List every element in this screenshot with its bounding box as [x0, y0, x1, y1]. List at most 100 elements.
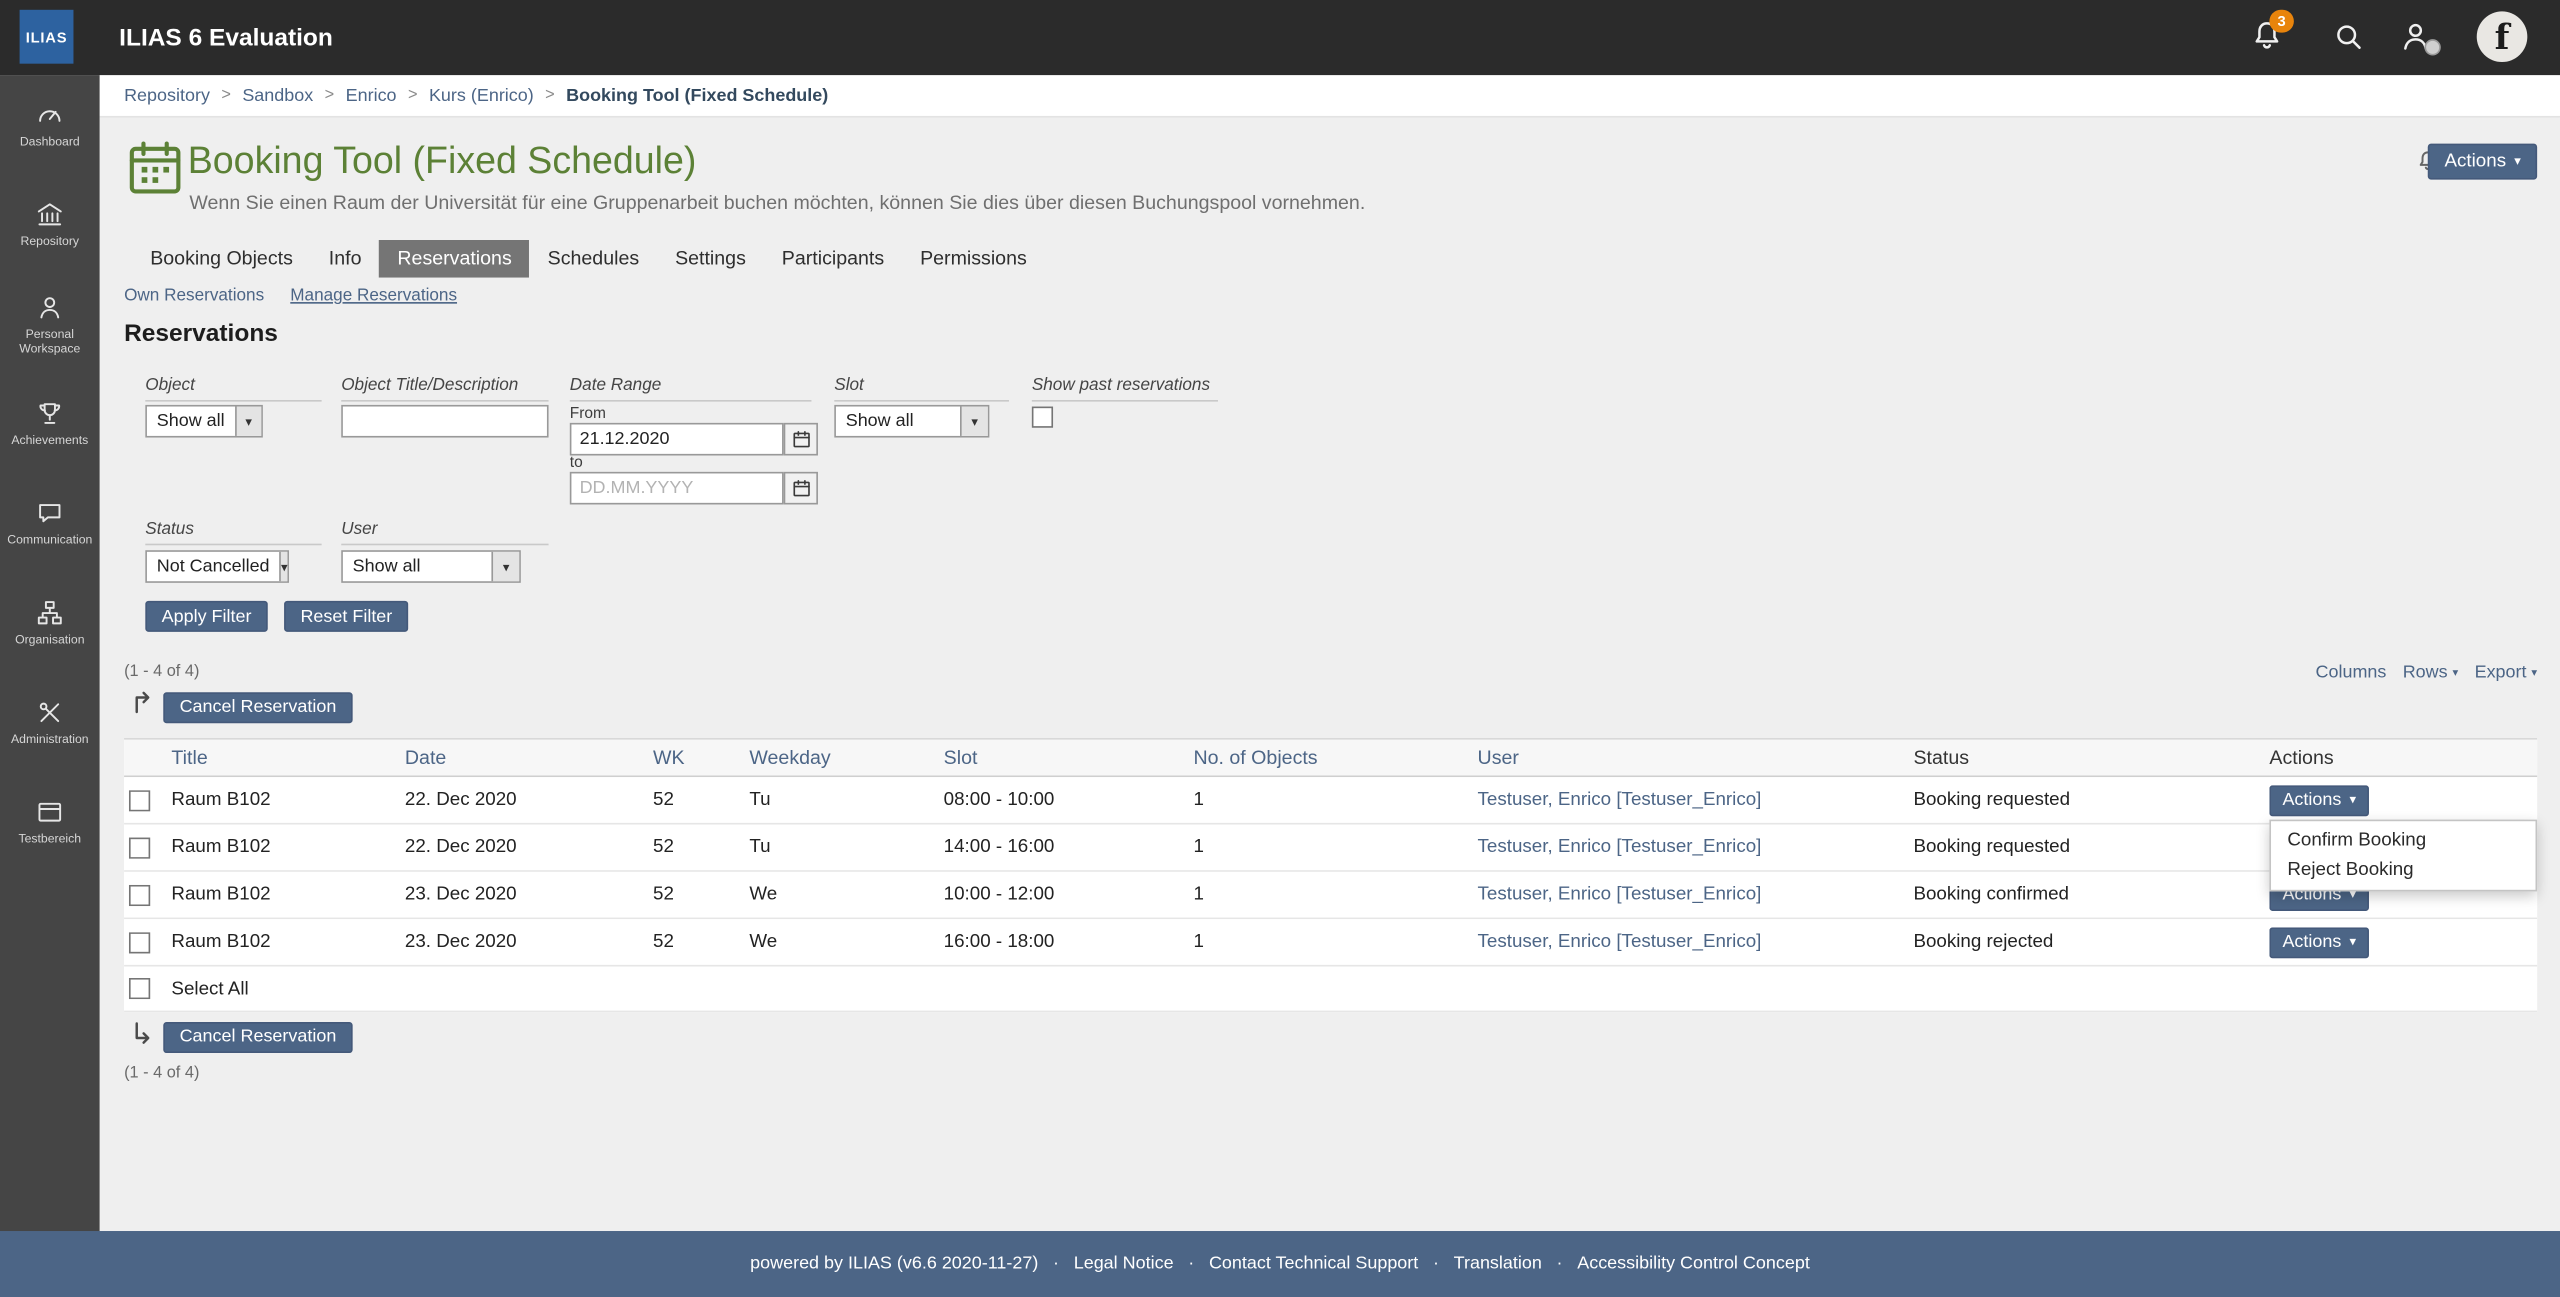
footer-link-translation[interactable]: Translation: [1454, 1254, 1542, 1274]
column-header-date[interactable]: Date: [405, 746, 653, 769]
cell-date: 22. Dec 2020: [404, 790, 517, 810]
subtab-own-reservations[interactable]: Own Reservations: [124, 286, 264, 306]
tools-icon: [34, 697, 65, 728]
object-title-input[interactable]: [341, 404, 549, 438]
search-button[interactable]: [2330, 18, 2369, 57]
column-header-slot[interactable]: Slot: [944, 746, 1194, 769]
ilias-logo[interactable]: ILIAS: [19, 9, 74, 64]
tab-schedules[interactable]: Schedules: [530, 240, 657, 278]
sidebar-item-administration[interactable]: Administration: [0, 673, 100, 773]
tab-booking-objects[interactable]: Booking Objects: [132, 240, 311, 278]
top-bar: ILIAS ILIAS 6 Evaluation 3 f: [0, 0, 2560, 76]
footer-separator: [1433, 1254, 1439, 1274]
cancel-reservation-button-top[interactable]: Cancel Reservation: [163, 691, 353, 723]
cell-date: 23. Dec 2020: [404, 884, 517, 905]
row-checkbox[interactable]: [128, 884, 151, 906]
sidebar-item-testbereich[interactable]: Testbereich: [0, 772, 100, 872]
date-to-input[interactable]: [569, 471, 784, 505]
sidebar-item-communication[interactable]: Communication: [0, 473, 100, 573]
sidebar-item-dashboard[interactable]: Dashboard: [0, 75, 100, 175]
breadcrumb-item-repository[interactable]: Repository: [124, 86, 210, 106]
filter-label-date-range: Date Range: [569, 376, 812, 402]
cell-wk: 52: [653, 932, 674, 952]
powered-by-text: powered by ILIAS (v6.6 2020-11-27): [750, 1254, 1039, 1274]
select-arrow-icon: [234, 406, 262, 436]
breadcrumb-item-sandbox[interactable]: Sandbox: [242, 86, 313, 106]
user-link[interactable]: Testuser, Enrico [Testuser_Enrico]: [1478, 838, 1762, 858]
notifications-button[interactable]: 3: [2248, 9, 2294, 57]
cell-status: Booking requested: [1913, 837, 2071, 858]
cancel-reservation-button-bottom[interactable]: Cancel Reservation: [163, 1021, 353, 1053]
user-link[interactable]: Testuser, Enrico [Testuser_Enrico]: [1478, 885, 1762, 905]
user-select[interactable]: Show all: [341, 550, 521, 583]
user-link[interactable]: Testuser, Enrico [Testuser_Enrico]: [1478, 790, 1762, 810]
subtab-manage-reservations[interactable]: Manage Reservations: [290, 286, 457, 306]
export-dropdown[interactable]: Export: [2475, 663, 2538, 683]
breadcrumb: Repository Sandbox Enrico Kurs (Enrico) …: [99, 75, 2560, 118]
sidebar-item-repository[interactable]: Repository: [0, 175, 100, 275]
column-header-user[interactable]: User: [1478, 746, 1914, 769]
row-actions-button[interactable]: Actions: [2269, 784, 2370, 816]
column-header-title[interactable]: Title: [171, 746, 404, 769]
cell-objects: 1: [1193, 884, 1204, 905]
object-select[interactable]: Show all: [145, 404, 263, 438]
breadcrumb-item-enrico[interactable]: Enrico: [346, 86, 397, 106]
rows-dropdown[interactable]: Rows: [2403, 663, 2459, 683]
tab-info[interactable]: Info: [311, 240, 380, 278]
cell-status: Booking confirmed: [1913, 884, 2069, 905]
date-to-calendar-button[interactable]: [783, 471, 818, 505]
footer-separator: [1053, 1254, 1059, 1274]
date-from-input[interactable]: [569, 422, 784, 456]
app-title: ILIAS 6 Evaluation: [119, 23, 333, 52]
reject-booking-menuitem[interactable]: Reject Booking: [2271, 856, 2535, 885]
page-actions-button[interactable]: Actions: [2428, 143, 2538, 180]
row-actions-button[interactable]: Actions: [2269, 926, 2370, 958]
table-row: Raum B102 23. Dec 2020 52 We 16:00 - 18:…: [124, 919, 2538, 967]
status-select[interactable]: Not Cancelled: [145, 550, 289, 583]
row-checkbox[interactable]: [128, 789, 151, 811]
reset-filter-button[interactable]: Reset Filter: [284, 600, 409, 632]
sidebar-item-organisation[interactable]: Organisation: [0, 573, 100, 673]
cell-slot: 14:00 - 16:00: [943, 837, 1055, 858]
select-arrow-icon: [491, 551, 520, 582]
slot-select[interactable]: Show all: [834, 404, 990, 438]
online-users-button[interactable]: [2397, 18, 2441, 57]
bell-icon: [2248, 22, 2286, 62]
chevron-down-icon: [2341, 932, 2356, 952]
cell-title: Raum B102: [171, 884, 271, 905]
tab-reservations[interactable]: Reservations: [379, 239, 530, 278]
column-header-wk[interactable]: WK: [653, 746, 749, 769]
section-title: Reservations: [124, 319, 278, 348]
columns-dropdown[interactable]: Columns: [2316, 663, 2387, 683]
breadcrumb-item-kurs[interactable]: Kurs (Enrico): [429, 86, 534, 106]
show-past-reservations-checkbox[interactable]: [1031, 406, 1054, 428]
user-link[interactable]: Testuser, Enrico [Testuser_Enrico]: [1478, 932, 1762, 952]
apply-filter-button[interactable]: Apply Filter: [145, 600, 268, 632]
cell-wk: 52: [653, 884, 674, 905]
date-to-label: to: [569, 453, 583, 472]
table-row: Raum B102 22. Dec 2020 52 Tu 14:00 - 16:…: [124, 824, 2538, 872]
row-checkbox[interactable]: [128, 931, 151, 953]
tab-participants[interactable]: Participants: [764, 240, 902, 278]
cell-date: 23. Dec 2020: [404, 932, 517, 952]
column-header-objects[interactable]: No. of Objects: [1193, 746, 1477, 769]
user-avatar[interactable]: f: [2476, 11, 2528, 63]
footer-link-accessibility[interactable]: Accessibility Control Concept: [1577, 1254, 1810, 1274]
sidebar-item-achievements[interactable]: Achievements: [0, 374, 100, 474]
column-header-weekday[interactable]: Weekday: [749, 746, 943, 769]
tab-permissions[interactable]: Permissions: [902, 240, 1045, 278]
sidebar-item-personal-workspace[interactable]: Personal Workspace: [0, 274, 100, 374]
date-from-calendar-button[interactable]: [783, 422, 818, 456]
footer-link-legal-notice[interactable]: Legal Notice: [1074, 1254, 1174, 1274]
cell-slot: 16:00 - 18:00: [943, 932, 1055, 952]
row-checkbox[interactable]: [128, 836, 151, 858]
footer-separator: [1557, 1254, 1563, 1274]
footer-link-contact-support[interactable]: Contact Technical Support: [1209, 1254, 1418, 1274]
select-all-checkbox[interactable]: [128, 977, 151, 1000]
bulk-action-top: Cancel Reservation: [131, 691, 353, 724]
repository-icon: [34, 199, 65, 230]
filter-label-object: Object: [145, 376, 322, 402]
filter-label-user: User: [341, 519, 549, 546]
confirm-booking-menuitem[interactable]: Confirm Booking: [2271, 826, 2535, 855]
tab-settings[interactable]: Settings: [657, 240, 764, 278]
